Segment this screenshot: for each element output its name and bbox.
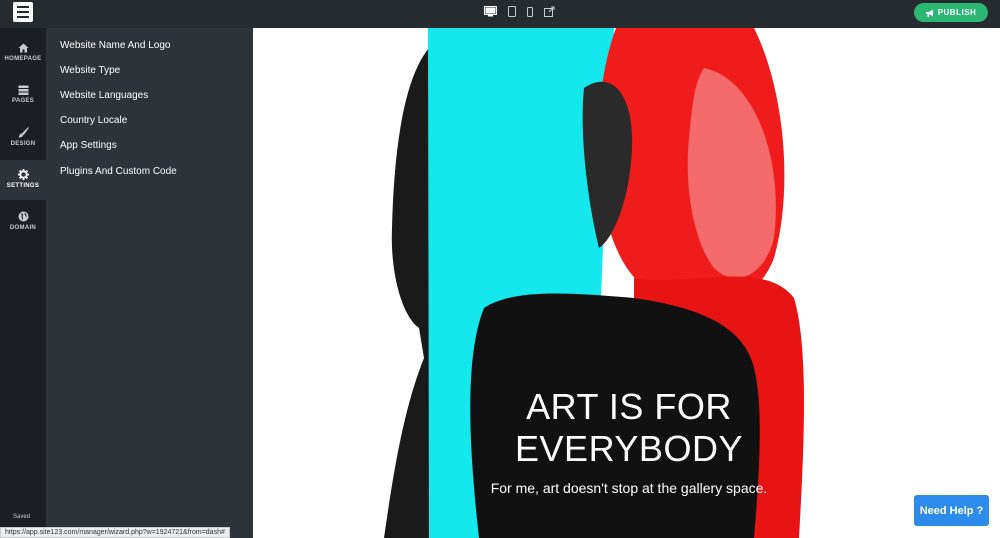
hero-title-line-1: ART IS FOR	[526, 386, 732, 427]
rail-item-pages[interactable]: PAGES	[0, 76, 46, 116]
saved-status: Saved	[13, 514, 31, 520]
tablet-icon[interactable]	[508, 6, 516, 17]
pages-icon	[18, 85, 28, 95]
rail-label-pages: PAGES	[11, 98, 35, 104]
menu-item-website-type[interactable]: Website Type	[60, 65, 120, 76]
hero-title-line-2: EVERYBODY	[515, 428, 743, 469]
menu-logo-icon[interactable]	[13, 2, 33, 22]
website-preview[interactable]: ART IS FOR EVERYBODY For me, art doesn't…	[254, 28, 1000, 538]
rail-item-design[interactable]: DESIGN	[0, 118, 46, 158]
need-help-button[interactable]: Need Help ?	[914, 495, 989, 526]
megaphone-icon	[925, 9, 933, 17]
rail-item-homepage[interactable]: HOMEPAGE	[0, 34, 46, 74]
menu-item-plugins-and-custom-code[interactable]: Plugins And Custom Code	[60, 166, 177, 177]
publish-label: PUBLISH	[937, 8, 977, 17]
menu-item-website-languages[interactable]: Website Languages	[60, 90, 148, 101]
brush-icon	[18, 127, 29, 138]
sidebar-rail: HOMEPAGE PAGES DESIGN SETTINGS DOMAIN Sa…	[0, 28, 46, 538]
rail-label-design: DESIGN	[10, 141, 36, 147]
device-switcher	[484, 6, 555, 17]
rail-item-domain[interactable]: DOMAIN	[0, 202, 46, 242]
mobile-icon[interactable]	[527, 6, 533, 17]
status-bar-url: https://app.site123.com/manager/wizard.p…	[0, 527, 230, 538]
menu-item-app-settings[interactable]: App Settings	[60, 140, 117, 151]
gear-icon	[17, 169, 29, 180]
hero-subtitle: For me, art doesn't stop at the gallery …	[490, 480, 768, 496]
rail-label-homepage: HOMEPAGE	[4, 56, 42, 62]
publish-button[interactable]: PUBLISH	[914, 3, 988, 22]
top-bar: PUBLISH	[0, 0, 1000, 28]
hero-title: ART IS FOR EVERYBODY	[464, 386, 794, 470]
home-icon	[18, 43, 28, 53]
menu-item-country-locale[interactable]: Country Locale	[60, 115, 127, 126]
menu-item-website-name-and-logo[interactable]: Website Name And Logo	[60, 40, 170, 51]
rail-label-domain: DOMAIN	[9, 225, 37, 231]
globe-icon	[18, 211, 28, 222]
desktop-icon[interactable]	[484, 6, 497, 17]
rail-item-settings[interactable]: SETTINGS	[0, 160, 46, 200]
external-link-icon[interactable]	[544, 6, 555, 17]
settings-panel: Website Name And Logo Website Type Websi…	[46, 28, 253, 538]
rail-label-settings: SETTINGS	[6, 183, 40, 189]
